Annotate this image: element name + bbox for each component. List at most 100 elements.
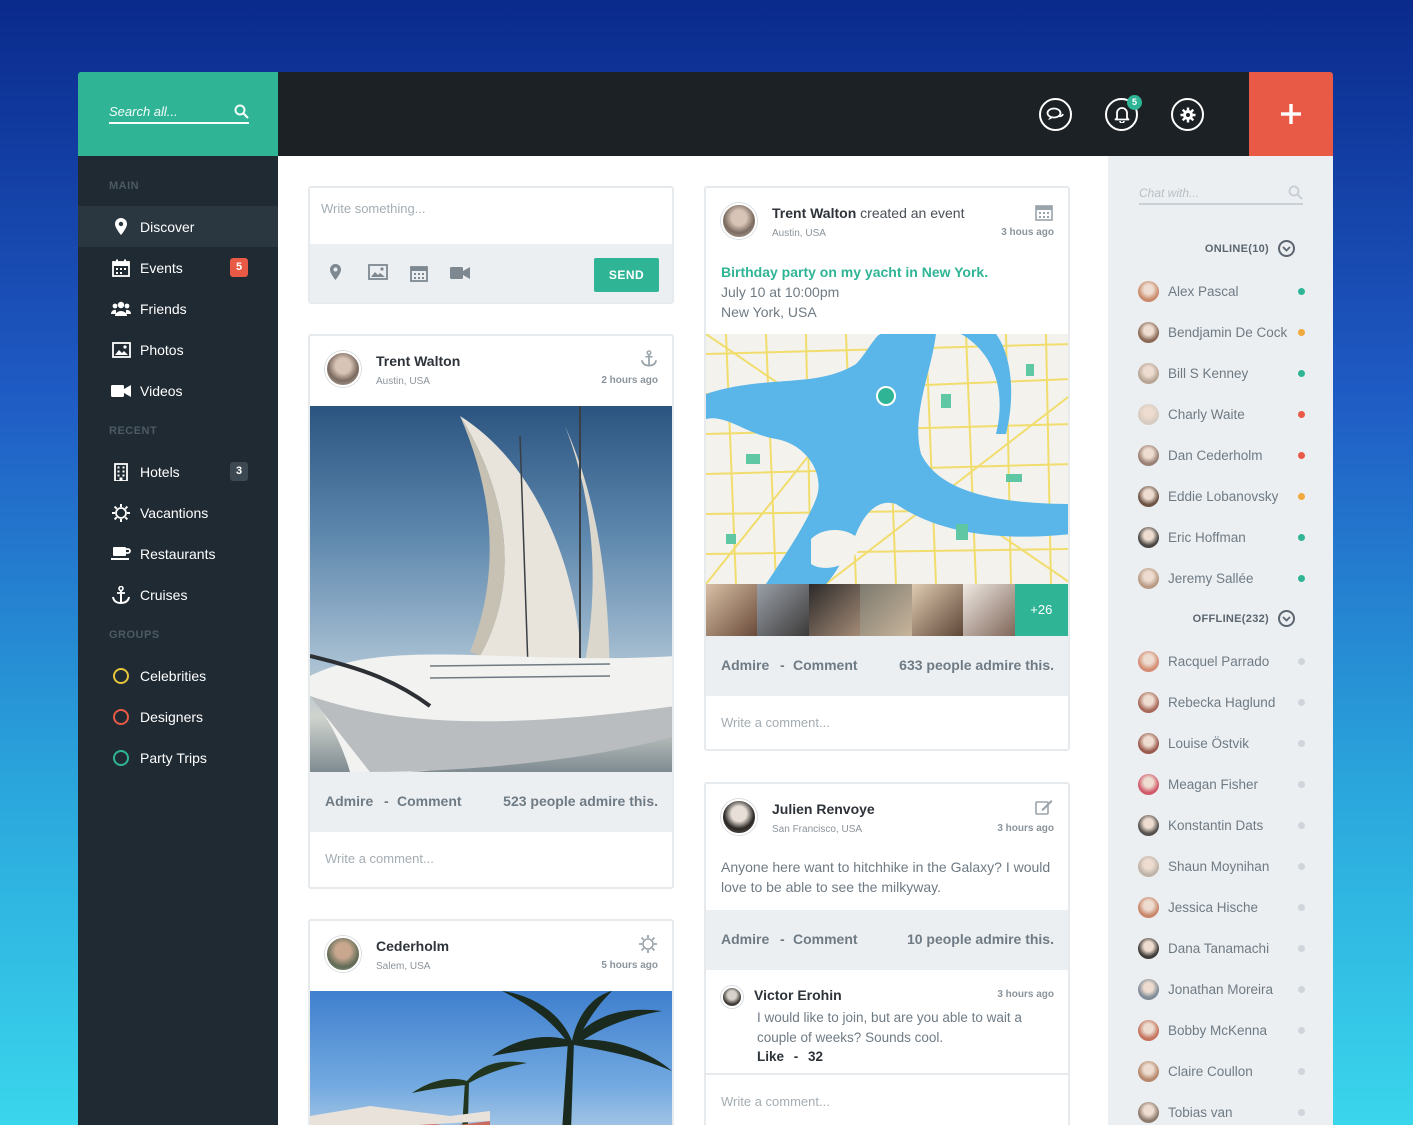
post-header: Trent Walton created an event Austin, US… <box>706 188 1068 258</box>
yacht-photo[interactable] <box>310 406 672 772</box>
section-main-heading: MAIN <box>109 180 140 192</box>
chat-contact[interactable]: Dan Cederholm <box>1138 444 1308 466</box>
post-author-name[interactable]: Trent Walton <box>772 205 856 221</box>
sidebar-item-label: Photos <box>140 341 184 358</box>
comment-button[interactable]: Comment <box>793 657 858 673</box>
events-count-badge: 5 <box>230 258 248 277</box>
sidebar-item-friends[interactable]: Friends <box>78 288 278 329</box>
status-dot-offline <box>1298 699 1305 706</box>
status-dot <box>1298 575 1305 582</box>
contact-name: Jeremy Sallée <box>1168 570 1254 586</box>
post-author-name[interactable]: Trent Walton <box>376 353 460 369</box>
calendar-icon[interactable] <box>410 264 428 282</box>
online-group-toggle[interactable]: ONLINE(10) <box>1205 240 1295 257</box>
sidebar-item-restaurants[interactable]: Restaurants <box>78 533 278 574</box>
post-author-name[interactable]: Julien Renvoye <box>772 801 875 817</box>
chat-contact[interactable]: Bobby McKenna <box>1138 1019 1308 1041</box>
chat-contact[interactable]: Alex Pascal <box>1138 280 1308 302</box>
chat-contact[interactable]: Konstantin Dats <box>1138 814 1308 836</box>
calendar-icon <box>111 258 131 278</box>
sidebar-item-designers[interactable]: Designers <box>78 696 278 737</box>
sidebar-item-vacantions[interactable]: Vacantions <box>78 492 278 533</box>
admire-button[interactable]: Admire <box>721 931 769 947</box>
like-button[interactable]: Like <box>757 1049 784 1064</box>
map-pin-icon[interactable] <box>330 264 341 280</box>
sidebar-item-events[interactable]: Events 5 <box>78 247 278 288</box>
avatar[interactable] <box>721 986 743 1008</box>
chat-contact[interactable]: Charly Waite <box>1138 403 1308 425</box>
chat-search-input[interactable]: Chat with... <box>1139 184 1303 205</box>
comment-button[interactable]: Comment <box>793 931 858 947</box>
send-button[interactable]: SEND <box>594 258 659 292</box>
chat-contact[interactable]: Bill S Kenney <box>1138 362 1308 384</box>
attendee-photo[interactable] <box>860 584 912 636</box>
chat-contact[interactable]: Eric Hoffman <box>1138 526 1308 548</box>
contact-name: Dana Tanamachi <box>1168 940 1270 956</box>
palm-photo[interactable] <box>310 991 672 1125</box>
sidebar-item-hotels[interactable]: Hotels 3 <box>78 451 278 492</box>
chat-contact[interactable]: Shaun Moynihan <box>1138 855 1308 877</box>
attendee-photo[interactable] <box>911 584 964 636</box>
offline-group-toggle[interactable]: OFFLINE(232) <box>1193 610 1295 627</box>
avatar[interactable] <box>325 351 361 387</box>
event-title[interactable]: Birthday party on my yacht in New York. <box>721 262 988 282</box>
comment-input[interactable]: Write a comment... <box>706 696 1068 749</box>
status-dot-offline <box>1298 945 1305 952</box>
post-location: Austin, USA <box>772 228 826 239</box>
avatar[interactable] <box>721 203 757 239</box>
status-dot-offline <box>1298 986 1305 993</box>
compose-input[interactable]: Write something... <box>310 188 672 244</box>
reply-author-name[interactable]: Victor Erohin <box>754 987 842 1003</box>
chat-contact[interactable]: Claire Coullon <box>1138 1060 1308 1082</box>
status-dot <box>1298 370 1305 377</box>
search-input[interactable]: Search all... <box>109 102 249 124</box>
sidebar-item-celebrities[interactable]: Celebrities <box>78 655 278 696</box>
chat-contact[interactable]: Rebecka Haglund <box>1138 691 1308 713</box>
avatar[interactable] <box>721 799 757 835</box>
settings-button[interactable] <box>1171 98 1204 131</box>
contact-name: Eddie Lobanovsky <box>1168 488 1279 504</box>
avatar <box>1138 403 1159 425</box>
image-icon[interactable] <box>368 264 388 280</box>
avatar <box>1138 1060 1159 1082</box>
attendee-photo[interactable] <box>757 584 809 636</box>
event-map[interactable] <box>706 334 1068 584</box>
post-author-name[interactable]: Cederholm <box>376 938 449 954</box>
chat-contact[interactable]: Eddie Lobanovsky <box>1138 485 1308 507</box>
attendee-photo[interactable] <box>963 584 1015 636</box>
chat-contact[interactable]: Bendjamin De Cock <box>1138 321 1308 343</box>
video-icon[interactable] <box>450 266 470 280</box>
notifications-button[interactable]: 5 <box>1105 95 1142 131</box>
sidebar-item-label: Videos <box>140 382 183 399</box>
chat-contact[interactable]: Jessica Hische <box>1138 896 1308 918</box>
chat-contact[interactable]: Jeremy Sallée <box>1138 567 1308 589</box>
attendee-photo[interactable] <box>706 584 758 636</box>
chat-contact[interactable]: Racquel Parrado <box>1138 650 1308 672</box>
search-icon[interactable] <box>1288 185 1303 200</box>
attendee-photo[interactable] <box>808 584 861 636</box>
sidebar-item-party-trips[interactable]: Party Trips <box>78 737 278 778</box>
edit-icon[interactable] <box>1035 799 1053 815</box>
more-attendees-button[interactable]: +26 <box>1014 584 1068 636</box>
sidebar-item-cruises[interactable]: Cruises <box>78 574 278 615</box>
comment-button[interactable]: Comment <box>397 793 462 809</box>
avatar[interactable] <box>325 936 361 972</box>
chat-contact[interactable]: Meagan Fisher <box>1138 773 1308 795</box>
search-icon[interactable] <box>234 104 249 119</box>
chat-contact[interactable]: Jonathan Moreira <box>1138 978 1308 1000</box>
messages-button[interactable] <box>1039 98 1072 131</box>
admire-button[interactable]: Admire <box>325 793 373 809</box>
separator: - <box>780 657 785 673</box>
chat-contact[interactable]: Louise Östvik <box>1138 732 1308 754</box>
admire-button[interactable]: Admire <box>721 657 769 673</box>
sidebar-item-photos[interactable]: Photos <box>78 329 278 370</box>
post-author-line: Trent Walton created an event <box>772 205 964 221</box>
group-ring-icon <box>111 666 131 686</box>
sidebar-item-discover[interactable]: Discover <box>78 206 278 247</box>
sidebar-item-videos[interactable]: Videos <box>78 370 278 411</box>
chat-contact[interactable]: Tobias van <box>1138 1101 1308 1123</box>
comment-input[interactable]: Write a comment... <box>706 1075 1068 1125</box>
comment-input[interactable]: Write a comment... <box>310 832 672 887</box>
chat-contact[interactable]: Dana Tanamachi <box>1138 937 1308 959</box>
create-button[interactable] <box>1249 72 1333 156</box>
